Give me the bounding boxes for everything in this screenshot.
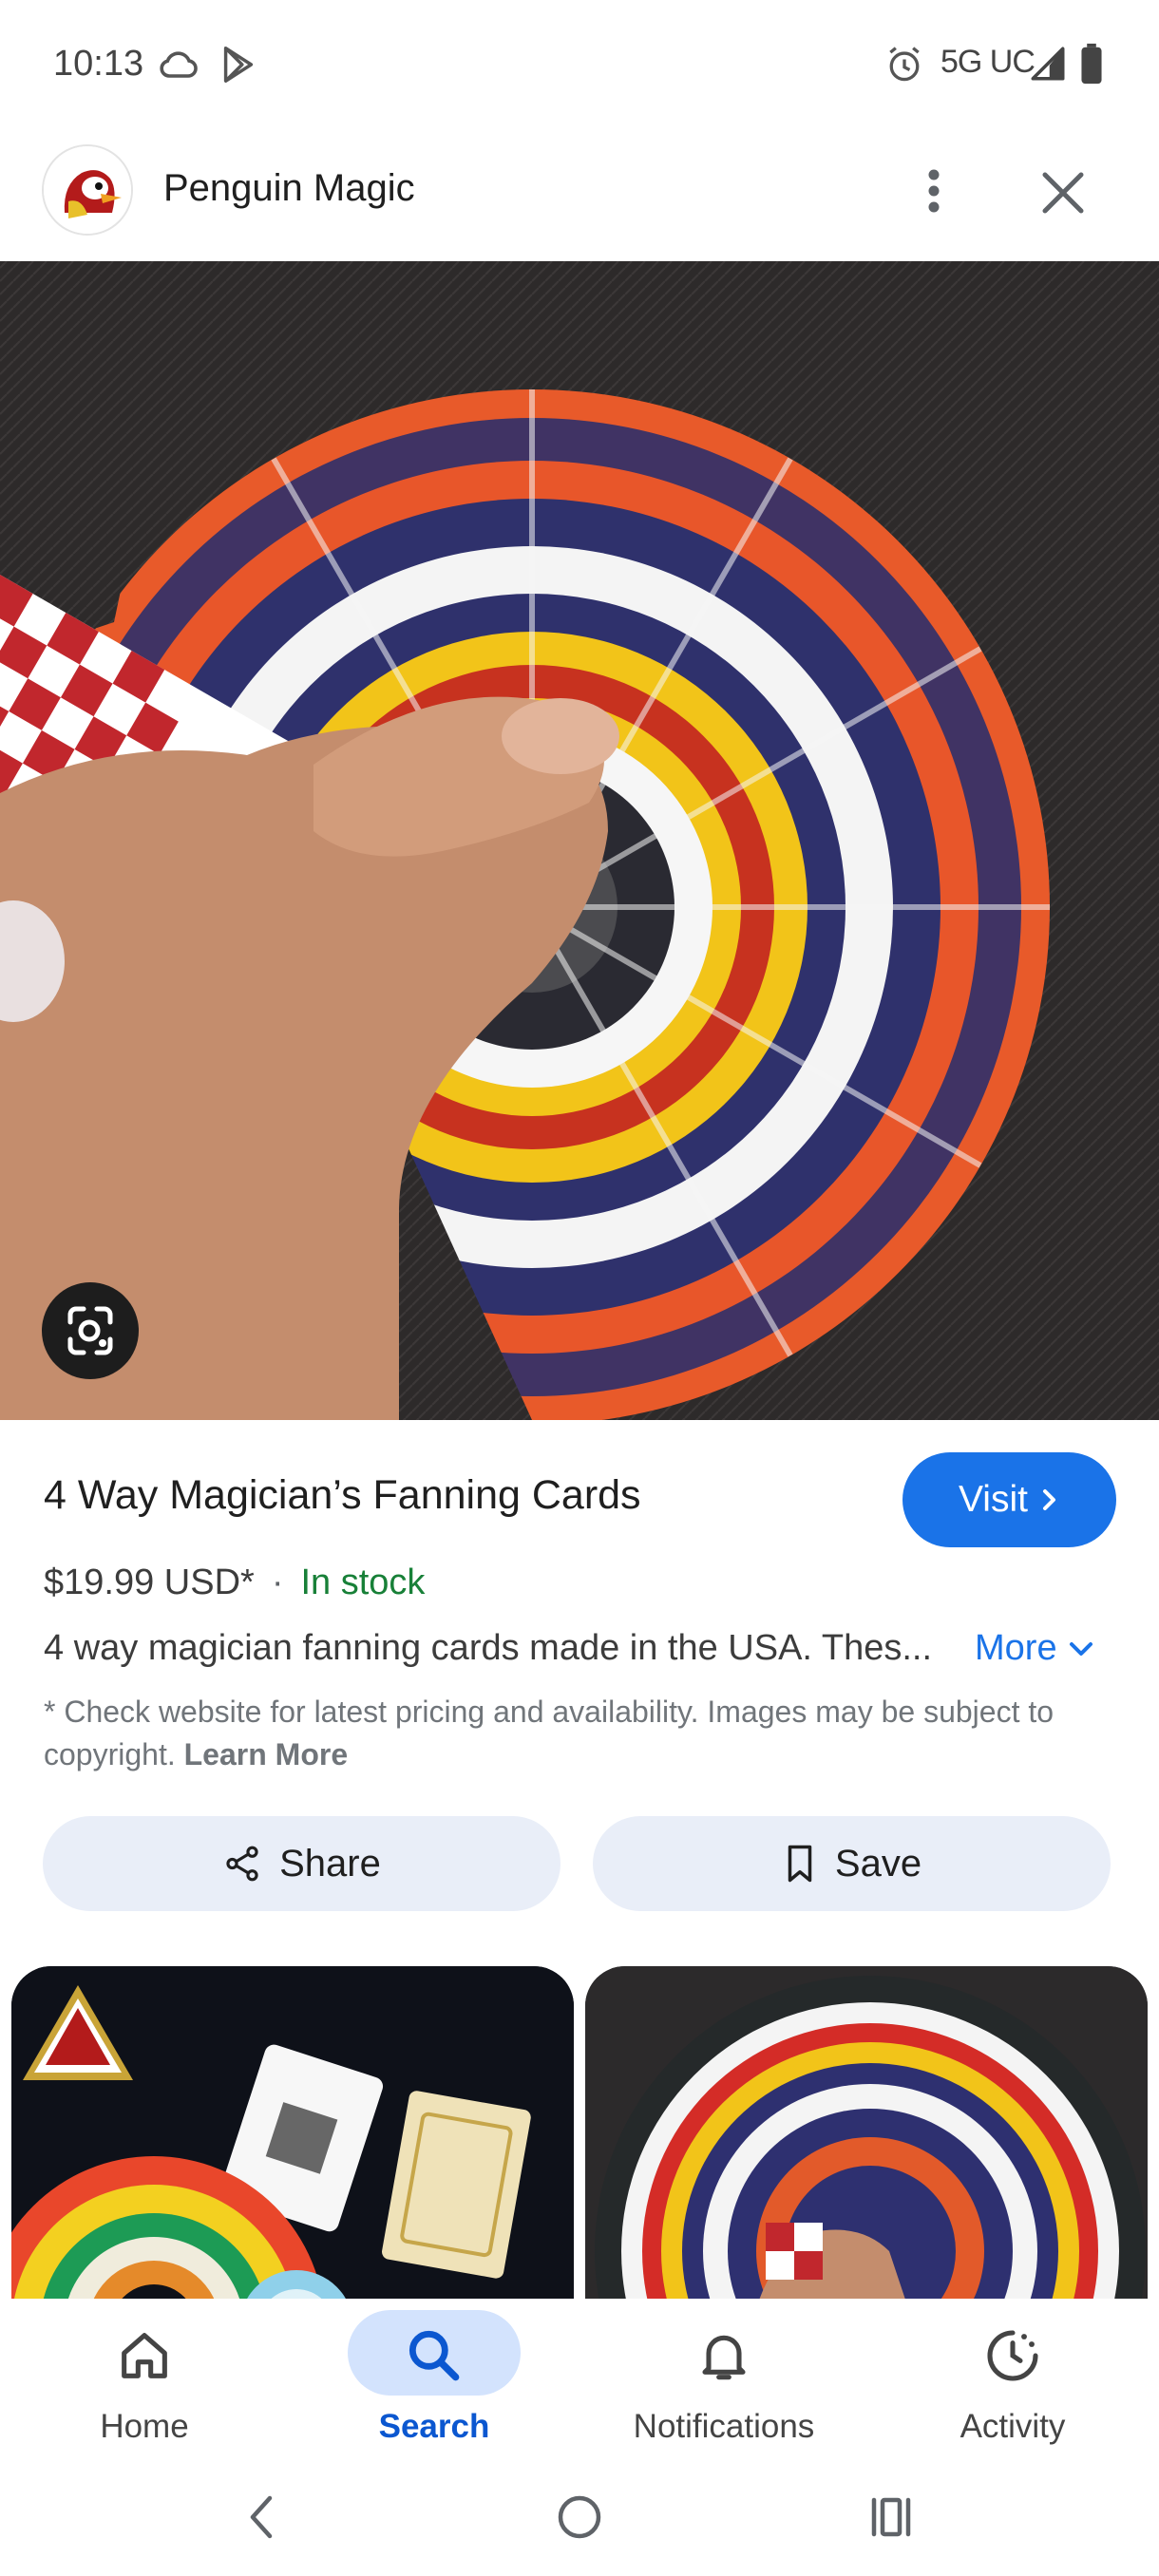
signal-icon	[1028, 42, 1068, 90]
close-button[interactable]	[1032, 161, 1094, 224]
chevron-right-icon	[1042, 1489, 1055, 1510]
save-label: Save	[834, 1842, 922, 1885]
save-button[interactable]: Save	[593, 1816, 1111, 1911]
network-type: 5G UC	[940, 44, 1036, 80]
status-time: 10:13	[53, 44, 144, 84]
share-label: Share	[279, 1842, 381, 1885]
alarm-icon	[884, 42, 925, 92]
nav-search-label: Search	[378, 2408, 490, 2445]
share-button[interactable]: Share	[43, 1816, 560, 1911]
source-header: Penguin Magic	[0, 133, 1159, 261]
bell-icon	[702, 2335, 746, 2380]
price-row: $19.99 USD* · In stock	[44, 1563, 425, 1603]
nav-notifications-label: Notifications	[633, 2408, 815, 2445]
activity-icon	[987, 2330, 1038, 2381]
nav-notifications[interactable]: Notifications	[581, 2299, 866, 2470]
visit-button[interactable]: Visit	[902, 1452, 1116, 1547]
system-navigation-bar	[0, 2470, 1159, 2576]
more-options-button[interactable]	[910, 158, 958, 224]
nav-activity-label: Activity	[960, 2408, 1066, 2445]
site-name[interactable]: Penguin Magic	[163, 167, 415, 210]
bookmark-icon	[788, 1845, 812, 1883]
status-bar: 10:13 5G UC	[0, 0, 1159, 133]
related-image-2[interactable]	[585, 1966, 1148, 2308]
site-logo[interactable]	[42, 144, 133, 236]
separator: ·	[271, 1563, 284, 1602]
product-description: 4 way magician fanning cards made in the…	[44, 1628, 933, 1668]
bottom-navigation: Home Search Notifications Activity	[0, 2299, 1159, 2470]
play-store-icon	[217, 42, 260, 92]
nav-home[interactable]: Home	[2, 2299, 287, 2470]
disclaimer: * Check website for latest pricing and a…	[44, 1691, 1127, 1776]
learn-more-link[interactable]: Learn More	[184, 1737, 348, 1771]
nav-search[interactable]: Search	[292, 2299, 577, 2470]
nav-home-label: Home	[100, 2408, 189, 2445]
more-button[interactable]: More	[975, 1628, 1095, 1669]
product-image[interactable]	[0, 261, 1159, 1420]
share-icon	[226, 1846, 258, 1882]
battery-icon	[1077, 42, 1106, 90]
price: $19.99 USD*	[44, 1563, 255, 1602]
lens-icon	[67, 1306, 113, 1355]
search-icon	[408, 2330, 460, 2381]
related-image-1[interactable]	[11, 1966, 574, 2308]
visit-label: Visit	[959, 1479, 1028, 1520]
screen: 10:13 5G UC Penguin Magic 4 Way Magician…	[0, 0, 1159, 2576]
close-icon	[1042, 172, 1084, 214]
product-title: 4 Way Magician’s Fanning Cards	[44, 1472, 641, 1518]
back-icon[interactable]	[243, 2491, 281, 2544]
stock-status: In stock	[300, 1563, 426, 1602]
more-label: More	[975, 1628, 1057, 1668]
google-lens-button[interactable]	[42, 1282, 139, 1379]
home-button-icon[interactable]	[555, 2491, 604, 2544]
chevron-down-icon	[1069, 1641, 1092, 1656]
cloud-icon	[156, 42, 201, 92]
recents-icon[interactable]	[866, 2491, 916, 2544]
nav-activity[interactable]: Activity	[870, 2299, 1155, 2470]
home-icon	[122, 2333, 167, 2378]
